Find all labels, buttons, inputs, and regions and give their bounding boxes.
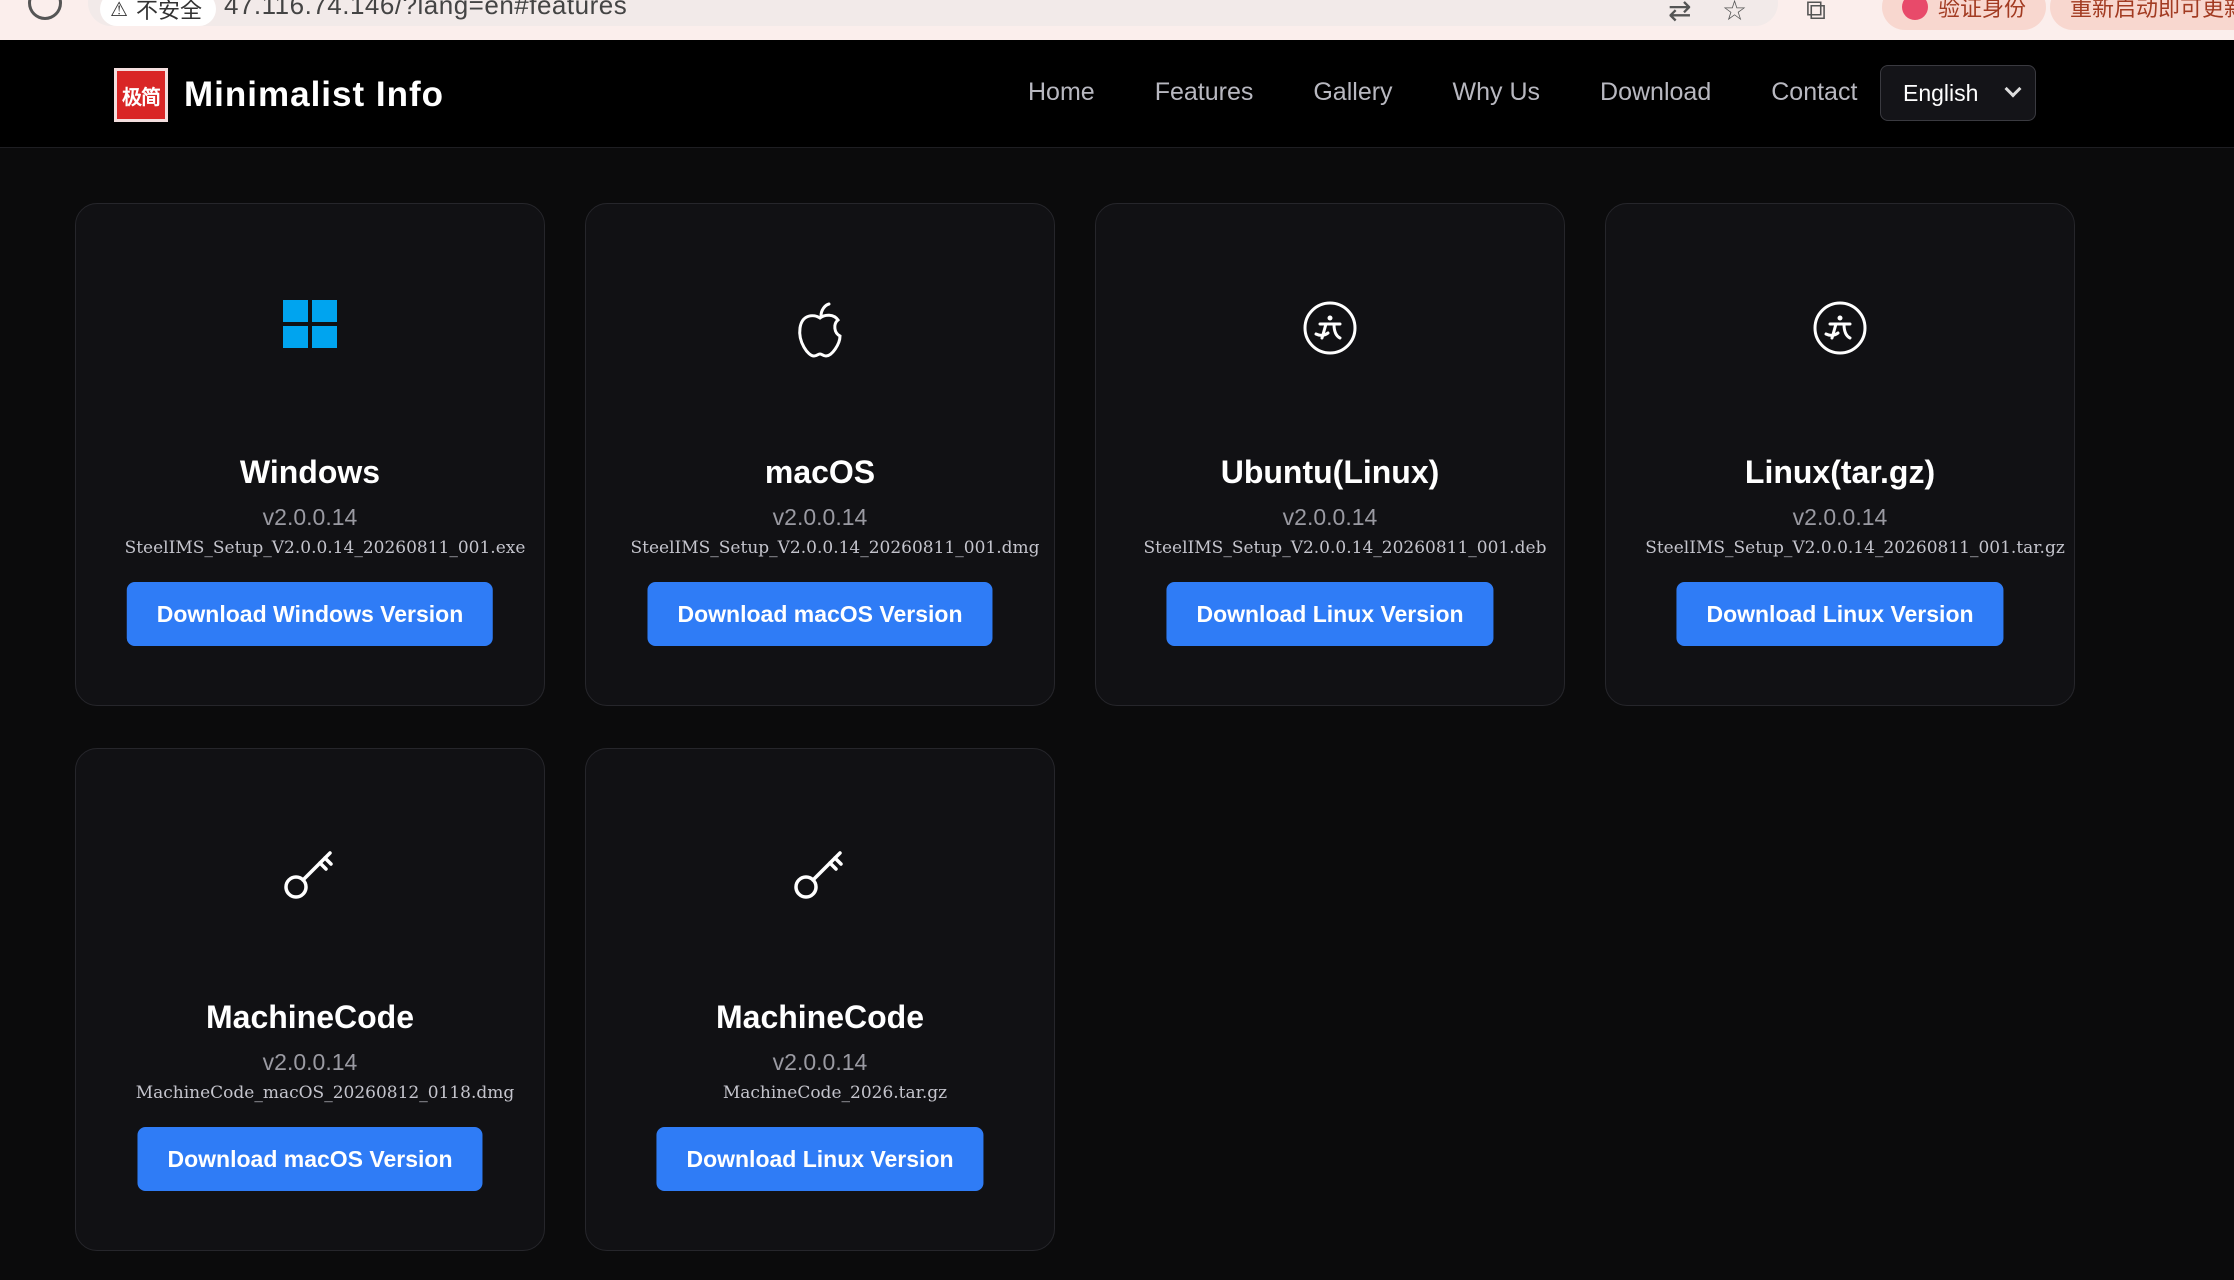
- nav-link-why-us[interactable]: Why Us: [1453, 78, 1541, 107]
- download-card-linux-targz: Linux(tar.gz) v2.0.0.14 SteelIMS_Setup_V…: [1605, 203, 2075, 706]
- card-title: MachineCode: [715, 999, 925, 1035]
- card-filename: SteelIMS_Setup_V2.0.0.14_20260811_001.de…: [1143, 538, 1547, 558]
- site-navbar: 极简 Minimalist Info Home Features Gallery…: [0, 40, 2234, 148]
- brand-name: Minimalist Info: [184, 75, 444, 114]
- download-card-macos: macOS v2.0.0.14 SteelIMS_Setup_V2.0.0.14…: [585, 203, 1055, 706]
- chevron-down-icon: [2004, 80, 2022, 98]
- card-title: Ubuntu(Linux): [1220, 454, 1440, 490]
- card-version: v2.0.0.14: [772, 504, 868, 530]
- nav-link-home[interactable]: Home: [1028, 78, 1095, 107]
- card-filename: SteelIMS_Setup_V2.0.0.14_20260811_001.dm…: [630, 538, 1040, 558]
- card-title: Linux(tar.gz): [1744, 454, 1936, 490]
- reload-icon[interactable]: [28, 0, 62, 20]
- language-value: English: [1903, 79, 1979, 106]
- url-text[interactable]: 47.116.74.146/?lang=en#features: [224, 0, 627, 21]
- nav-link-contact[interactable]: Contact: [1771, 78, 1857, 107]
- verify-identity-button[interactable]: 验证身份: [1882, 0, 2047, 30]
- profile-icon: [1902, 0, 1928, 20]
- card-version: v2.0.0.14: [772, 1049, 868, 1075]
- card-version: v2.0.0.14: [1792, 504, 1888, 530]
- language-select[interactable]: English: [1880, 65, 2036, 121]
- nav-links: Home Features Gallery Why Us Download Co…: [1028, 78, 1857, 107]
- card-title: macOS: [764, 454, 876, 490]
- ubuntu-icon: [1606, 300, 2074, 360]
- download-macos-button[interactable]: Download macOS Version: [647, 582, 993, 646]
- brand-logo: 极简: [114, 68, 168, 122]
- download-machinecode-linux-button[interactable]: Download Linux Version: [656, 1127, 984, 1191]
- download-card-ubuntu: Ubuntu(Linux) v2.0.0.14 SteelIMS_Setup_V…: [1095, 203, 1565, 706]
- address-bar[interactable]: ⚠ 不安全 47.116.74.146/?lang=en#features: [88, 0, 1778, 26]
- download-card-windows: Windows v2.0.0.14 SteelIMS_Setup_V2.0.0.…: [75, 203, 545, 706]
- download-card-machinecode-linux: MachineCode v2.0.0.14 MachineCode_2026.t…: [585, 748, 1055, 1251]
- key-icon: [586, 845, 1054, 905]
- security-label: 不安全: [135, 0, 202, 23]
- download-card-machinecode-macos: MachineCode v2.0.0.14 MachineCode_macOS_…: [75, 748, 545, 1251]
- bookmark-star-icon[interactable]: ☆: [1722, 0, 1747, 27]
- apple-icon: [586, 300, 1054, 360]
- card-version: v2.0.0.14: [262, 1049, 358, 1075]
- security-warning-chip[interactable]: ⚠ 不安全: [100, 0, 216, 26]
- card-filename: SteelIMS_Setup_V2.0.0.14_20260811_001.ta…: [1645, 538, 2065, 558]
- restart-update-label: 重新启动即可更新: [2070, 0, 2234, 21]
- restart-update-button[interactable]: 重新启动即可更新: [2050, 0, 2234, 30]
- download-ubuntu-button[interactable]: Download Linux Version: [1166, 582, 1494, 646]
- translate-icon[interactable]: ⇄: [1668, 0, 1691, 27]
- verify-identity-label: 验证身份: [1938, 0, 2027, 21]
- card-title: MachineCode: [205, 999, 415, 1035]
- download-windows-button[interactable]: Download Windows Version: [126, 582, 494, 646]
- card-version: v2.0.0.14: [262, 504, 358, 530]
- extensions-icon[interactable]: ⧉: [1806, 0, 1826, 27]
- browser-toolbar: ⚠ 不安全 47.116.74.146/?lang=en#features ⇄ …: [0, 0, 2234, 40]
- warning-icon: ⚠: [110, 0, 128, 21]
- download-machinecode-macos-button[interactable]: Download macOS Version: [137, 1127, 483, 1191]
- windows-icon: [76, 300, 544, 360]
- nav-link-download[interactable]: Download: [1600, 78, 1711, 107]
- card-title: Windows: [239, 454, 381, 490]
- card-version: v2.0.0.14: [1282, 504, 1378, 530]
- ubuntu-icon: [1096, 300, 1564, 360]
- download-linux-targz-button[interactable]: Download Linux Version: [1676, 582, 2004, 646]
- nav-link-features[interactable]: Features: [1155, 78, 1254, 107]
- card-filename: MachineCode_macOS_20260812_0118.dmg: [135, 1083, 515, 1103]
- brand[interactable]: 极简 Minimalist Info: [114, 68, 444, 122]
- card-filename: MachineCode_2026.tar.gz: [722, 1083, 948, 1103]
- card-filename: SteelIMS_Setup_V2.0.0.14_20260811_001.ex…: [124, 538, 526, 558]
- nav-link-gallery[interactable]: Gallery: [1313, 78, 1392, 107]
- key-icon: [76, 845, 544, 905]
